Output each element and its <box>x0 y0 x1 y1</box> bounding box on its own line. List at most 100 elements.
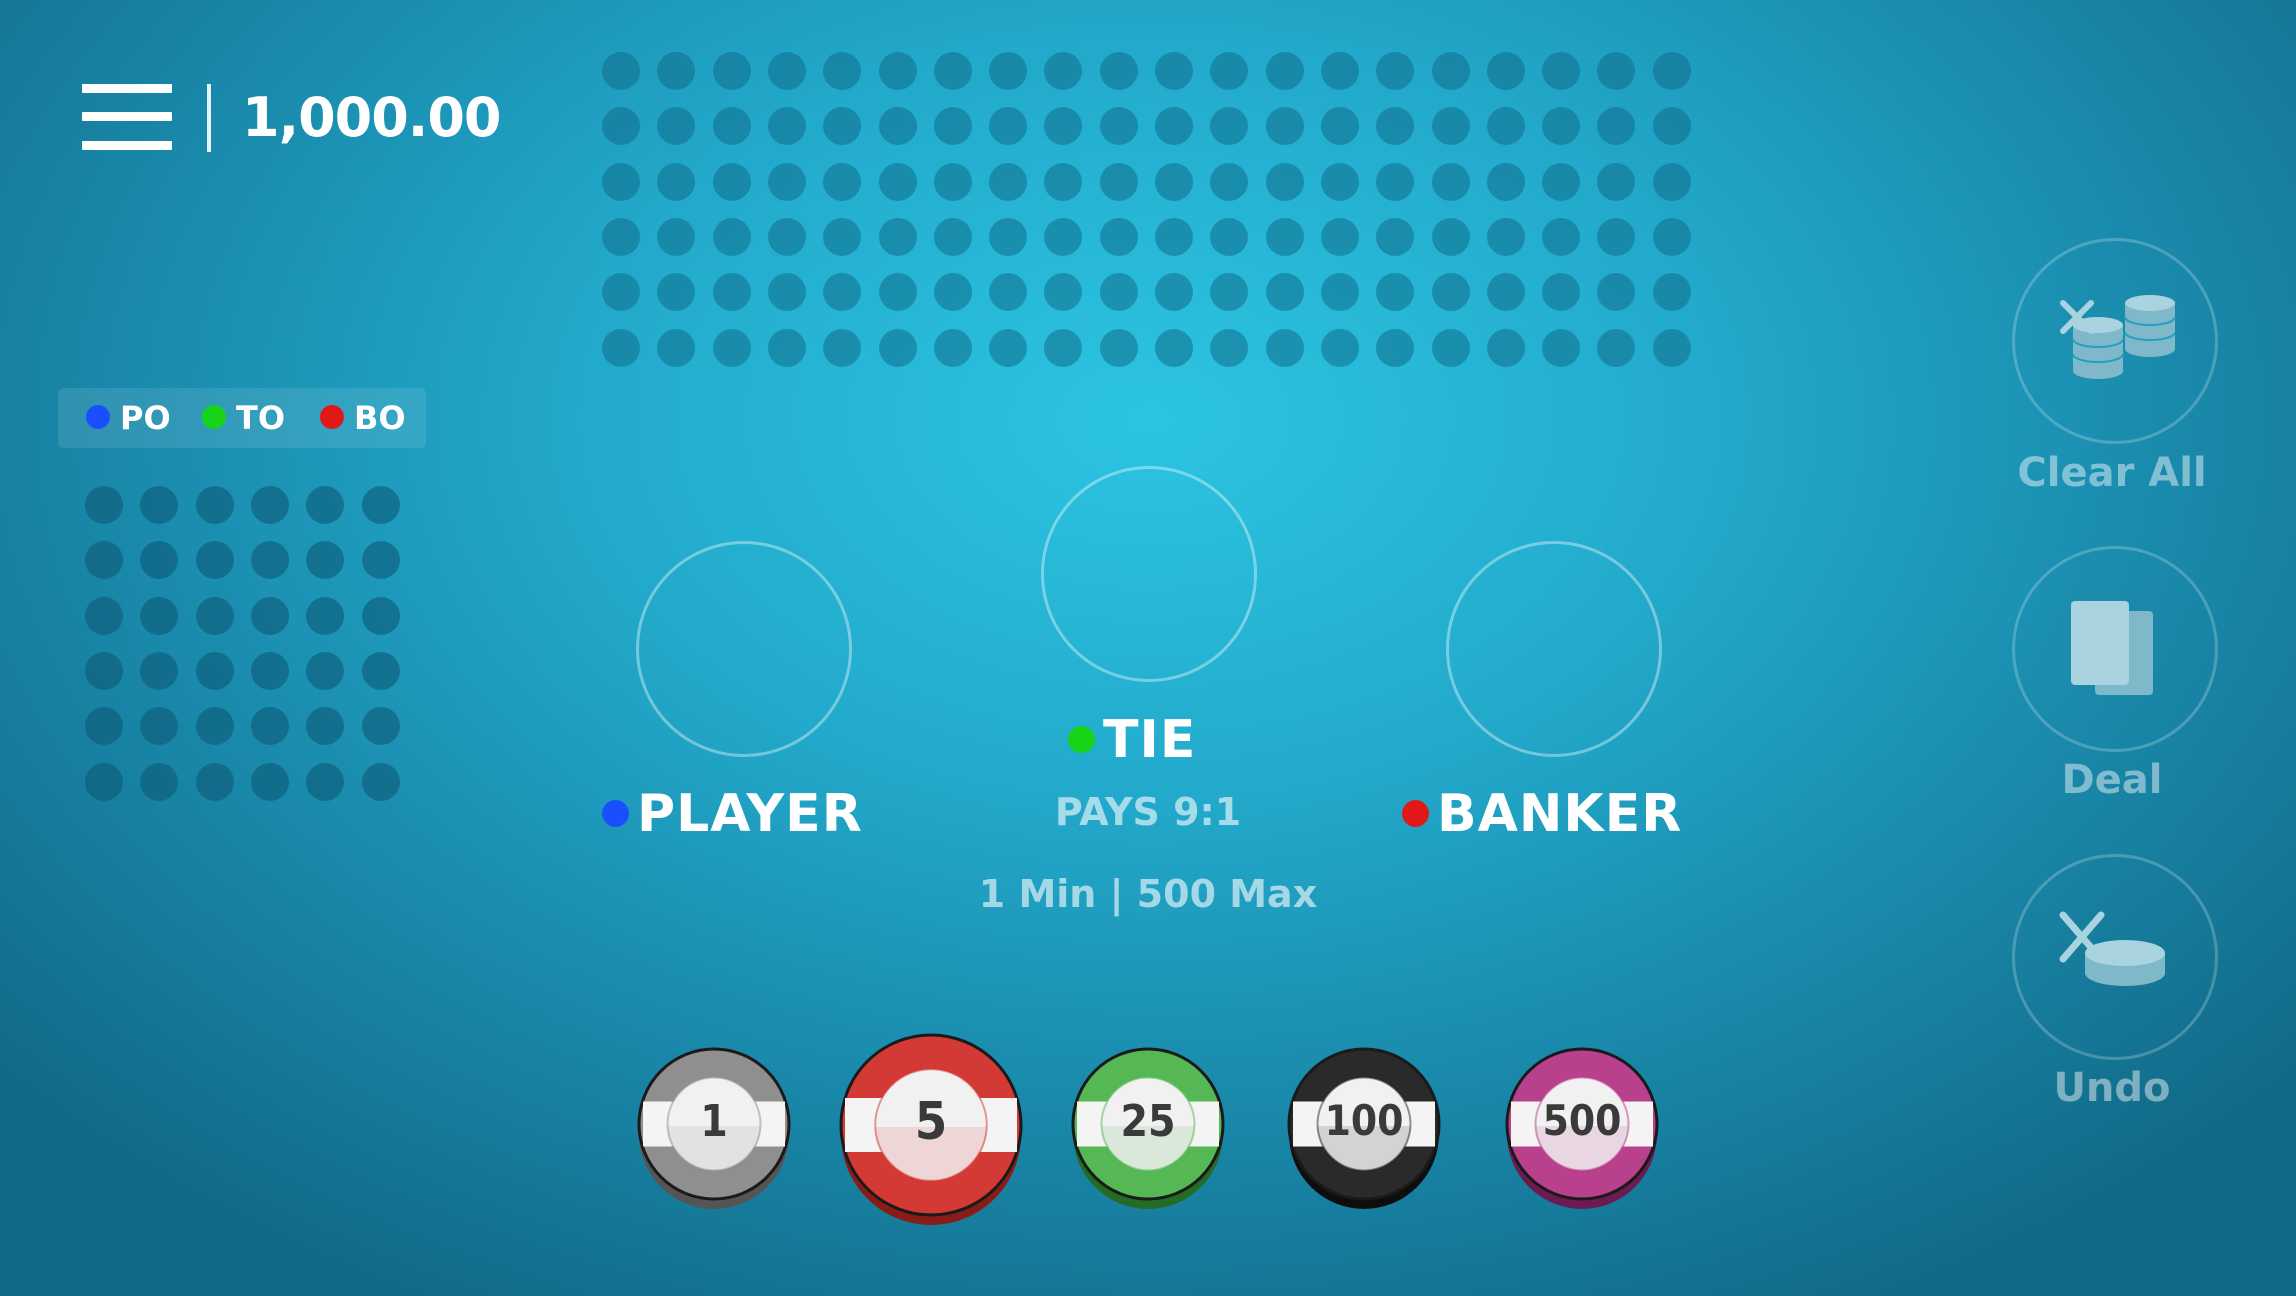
road-cell <box>1542 107 1581 146</box>
road-cell <box>1431 162 1470 201</box>
player-bet-spot[interactable] <box>636 541 852 757</box>
road-cell <box>933 328 972 367</box>
road-cell <box>1597 107 1636 146</box>
chip-5[interactable]: 5 <box>838 1032 1024 1232</box>
road-cell <box>878 217 917 256</box>
road-cell <box>1155 328 1193 367</box>
chip-100[interactable]: 100 <box>1286 1046 1442 1216</box>
road-cell <box>823 217 862 256</box>
road-cell <box>1542 217 1581 256</box>
road-cell <box>1210 162 1249 201</box>
road-cell <box>1652 107 1691 146</box>
big-road-grid <box>602 52 1696 372</box>
banker-bet-spot[interactable] <box>1446 541 1662 757</box>
road-cell <box>250 541 289 580</box>
tie-bet-spot[interactable] <box>1041 466 1257 682</box>
road-cell <box>878 52 917 90</box>
road-cell <box>85 596 123 635</box>
road-cell <box>1155 107 1193 146</box>
road-cell <box>306 762 345 801</box>
undo-button[interactable] <box>2012 854 2218 1060</box>
road-cell <box>1376 217 1415 256</box>
road-cell <box>1542 162 1581 201</box>
road-cell <box>933 107 972 146</box>
road-cell <box>989 328 1028 367</box>
player-dot <box>602 799 629 827</box>
header-divider <box>207 84 211 152</box>
road-cell <box>1376 162 1415 201</box>
road-cell <box>1265 162 1304 201</box>
road-cell <box>989 217 1028 256</box>
road-cell <box>361 762 400 801</box>
road-cell <box>933 217 972 256</box>
deal-button[interactable] <box>2012 546 2218 752</box>
road-cell <box>1320 162 1359 201</box>
road-cell <box>1431 107 1470 146</box>
clear-all-button[interactable] <box>2012 238 2218 444</box>
legend-dot-blue <box>86 405 110 429</box>
road-cell <box>767 328 806 367</box>
undo-chip-icon <box>2059 911 2165 986</box>
road-cell <box>1099 162 1138 201</box>
road-cell <box>657 328 696 367</box>
road-cell <box>602 107 640 146</box>
chip-1[interactable]: 1 <box>636 1046 792 1216</box>
road-cell <box>933 52 972 90</box>
road-cell <box>1376 273 1415 312</box>
road-cell <box>1210 273 1249 312</box>
hamburger-menu-icon[interactable] <box>82 84 172 150</box>
chip-25[interactable]: 25 <box>1070 1046 1226 1216</box>
road-cell <box>989 52 1028 90</box>
road-cell <box>140 486 179 524</box>
road-cell <box>1210 328 1249 367</box>
road-cell <box>767 162 806 201</box>
road-cell <box>602 162 640 201</box>
road-cell <box>1486 107 1525 146</box>
road-cell <box>1155 162 1193 201</box>
road-cell <box>767 107 806 146</box>
chip-500[interactable]: 500 <box>1504 1046 1660 1216</box>
road-cell <box>1265 52 1304 90</box>
road-cell <box>878 107 917 146</box>
banker-label: BANKER <box>1402 784 1682 844</box>
tie-label: TIE <box>1068 710 1196 770</box>
road-cell <box>712 273 751 312</box>
road-cell <box>1155 52 1193 90</box>
road-cell <box>989 107 1028 146</box>
road-cell <box>767 273 806 312</box>
road-cell <box>1597 328 1636 367</box>
balance-display: 1,000.00 <box>242 86 501 149</box>
road-cell <box>85 541 123 580</box>
road-cell <box>657 52 696 90</box>
deal-label: Deal <box>2061 757 2163 803</box>
player-label: PLAYER <box>602 784 863 844</box>
road-cell <box>195 707 234 746</box>
road-cell <box>1044 273 1083 312</box>
road-cell <box>823 162 862 201</box>
road-cell <box>250 762 289 801</box>
road-cell <box>1431 328 1470 367</box>
tie-dot <box>1068 725 1095 753</box>
road-cell <box>250 596 289 635</box>
table-limits: 1 Min | 500 Max <box>978 872 1318 916</box>
road-cell <box>361 707 400 746</box>
road-cell <box>933 273 972 312</box>
road-cell <box>1486 273 1525 312</box>
road-cell <box>1486 162 1525 201</box>
road-cell <box>989 162 1028 201</box>
chip-5-value: 5 <box>914 1092 948 1152</box>
road-cell <box>306 651 345 690</box>
road-cell <box>1652 273 1691 312</box>
road-cell <box>306 707 345 746</box>
road-cell <box>195 541 234 580</box>
road-cell <box>1099 273 1138 312</box>
legend-banker-only: BO <box>320 388 406 448</box>
road-cell <box>1044 328 1083 367</box>
road-cell <box>1542 273 1581 312</box>
road-cell <box>823 107 862 146</box>
road-cell <box>1431 217 1470 256</box>
road-cell <box>1099 52 1138 90</box>
road-cell <box>823 273 862 312</box>
banker-dot <box>1402 799 1429 827</box>
road-cell <box>1652 162 1691 201</box>
